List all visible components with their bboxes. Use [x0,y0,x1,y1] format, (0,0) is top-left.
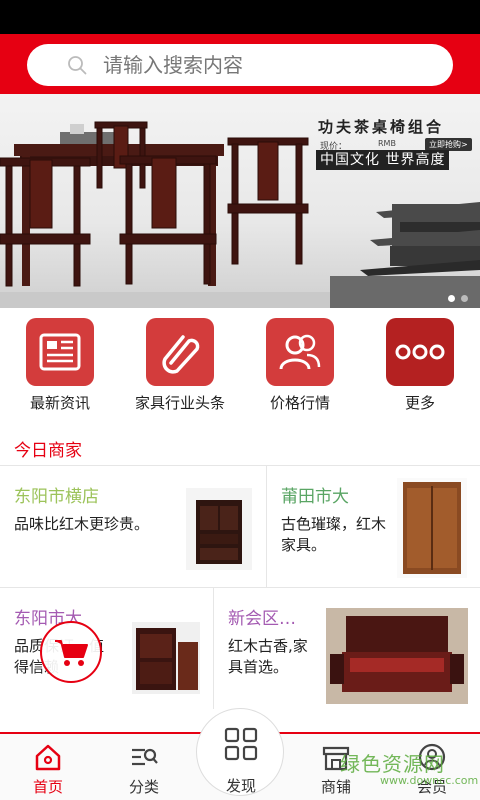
quick-nav: 最新资讯 家具行业头条 价格行情 更多 [0,308,480,418]
banner-dot[interactable] [448,295,455,302]
nav-tile[interactable] [386,318,454,386]
shop-thumbnail [132,622,200,694]
promo-banner[interactable]: 功夫茶桌椅组合 现价： RMB 立即抢购> 中国文化 世界高度 [0,94,480,308]
grid-icon [224,727,258,761]
shop-card[interactable]: 东阳市横店 品味比红木更珍贵。 [0,465,266,585]
shop-card[interactable]: 新会区… 红木古香,家具首选。 [214,587,480,707]
newspaper-icon [39,333,81,371]
header [0,34,480,94]
tab-label: 首页 [32,778,63,796]
shop-thumbnail [326,608,468,704]
tab-home[interactable]: 首页 [0,738,96,797]
nav-tile[interactable] [26,318,94,386]
nav-label: 更多 [404,394,435,412]
watermark-text: 绿色资源网 [340,752,445,776]
more-dots-icon [395,344,445,360]
nav-tile[interactable] [266,318,334,386]
banner-price-unit: RMB [378,139,396,148]
nav-price-trends[interactable]: 价格行情 [240,318,360,413]
shop-desc: 红木古香,家具首选。 [228,637,308,676]
cart-icon [55,640,88,666]
nav-label: 价格行情 [269,394,330,412]
section-title-today-shops: 今日商家 [14,441,82,461]
shop-name: 新会区… [228,609,296,629]
tab-label: 发现 [225,777,256,795]
shop-name: 东阳市横店 [14,487,99,507]
status-bar [0,0,480,34]
banner-dot[interactable] [461,295,468,302]
nav-industry-headlines[interactable]: 家具行业头条 [120,318,240,413]
shop-card[interactable]: 东阳市大 品质保证，值得信赖 [0,587,213,707]
nav-more[interactable]: 更多 [360,318,480,413]
shop-desc: 古色璀璨，红木家具。 [281,515,387,554]
tab-discover[interactable]: 发现 [196,708,284,796]
nav-latest-news[interactable]: 最新资讯 [0,318,120,413]
nav-label: 家具行业头条 [134,394,225,412]
shop-card[interactable]: 莆田市大 古色璀璨，红木家具。 [267,465,480,585]
nav-tile[interactable] [146,318,214,386]
search-icon [68,56,87,75]
shop-desc: 品味比红木更珍贵。 [14,515,150,533]
search-input[interactable] [103,49,433,81]
floating-cart-button[interactable] [40,621,102,683]
tab-category[interactable]: 分类 [96,738,192,797]
banner-pagination[interactable] [448,295,468,302]
users-icon [279,334,321,370]
banner-slogan: 中国文化 世界高度 [316,150,450,170]
search-bar[interactable] [27,44,453,86]
category-search-icon [132,748,158,766]
banner-title: 功夫茶桌椅组合 [318,118,445,136]
watermark: 绿色资源网 www.downcc.com [340,744,478,796]
shop-thumbnail [397,478,467,578]
paperclip-icon [162,335,200,374]
shop-name: 莆田市大 [281,487,349,507]
watermark-url: www.downcc.com [380,774,479,787]
tab-label: 分类 [128,778,159,796]
nav-label: 最新资讯 [29,394,90,412]
home-icon [35,744,61,771]
shop-thumbnail [186,488,252,570]
